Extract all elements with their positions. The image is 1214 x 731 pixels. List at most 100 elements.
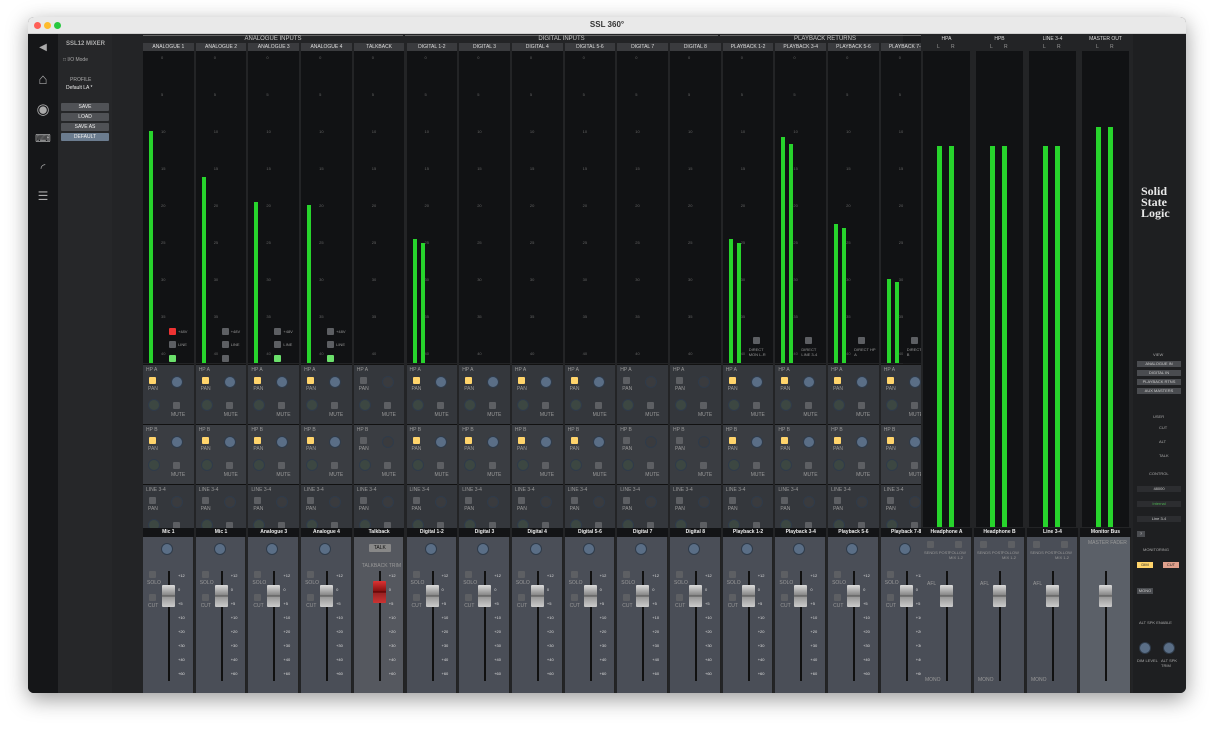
send-level-knob[interactable]: [411, 459, 424, 471]
pan-knob[interactable]: [381, 496, 394, 508]
pan-knob[interactable]: [329, 436, 342, 448]
pan-knob[interactable]: [487, 496, 500, 508]
cut-button[interactable]: [676, 594, 683, 601]
cut-button[interactable]: [412, 594, 420, 601]
pan-knob[interactable]: [276, 376, 289, 388]
cut-button[interactable]: [728, 594, 736, 601]
pan-enable-button[interactable]: [307, 497, 315, 504]
send-mute-button[interactable]: [173, 462, 180, 469]
sends-post-button[interactable]: [927, 541, 934, 548]
send-mute-button[interactable]: [225, 462, 233, 469]
sends-post-button[interactable]: [1033, 541, 1040, 548]
input-pan-knob[interactable]: [582, 543, 595, 555]
pan-enable-button[interactable]: [359, 377, 367, 384]
input-pan-knob[interactable]: [793, 543, 806, 555]
send-level-knob[interactable]: [780, 399, 793, 411]
input-pan-knob[interactable]: [688, 543, 700, 555]
output-fader-cap[interactable]: [1099, 585, 1112, 607]
pan-enable-button[interactable]: [517, 377, 525, 384]
pan-enable-button[interactable]: [676, 497, 683, 504]
send-mute-button[interactable]: [647, 402, 655, 409]
pan-enable-button[interactable]: [623, 437, 631, 444]
pan-knob[interactable]: [856, 496, 869, 508]
cut-button[interactable]: [623, 594, 631, 601]
pan-knob[interactable]: [329, 376, 342, 388]
send-level-knob[interactable]: [306, 399, 319, 411]
send-level-knob[interactable]: [516, 459, 529, 471]
send-level-knob[interactable]: [727, 459, 740, 471]
input-pan-knob[interactable]: [635, 543, 648, 555]
fader-cap[interactable]: [478, 585, 492, 607]
pan-enable-button[interactable]: [886, 497, 894, 504]
pan-enable-button[interactable]: [201, 377, 209, 384]
pan-enable-button[interactable]: [307, 437, 315, 444]
cut-button[interactable]: [465, 594, 473, 601]
pan-knob[interactable]: [698, 436, 710, 448]
input-pan-knob[interactable]: [477, 543, 490, 555]
input-pan-knob[interactable]: [846, 543, 859, 555]
gauge-icon[interactable]: ◉: [32, 100, 54, 120]
line-button[interactable]: [274, 341, 282, 348]
pan-knob[interactable]: [750, 436, 763, 448]
filter-button[interactable]: [169, 355, 176, 362]
direct-button[interactable]: [805, 337, 813, 344]
pan-knob[interactable]: [434, 436, 447, 448]
follow-mix-button[interactable]: [1061, 541, 1068, 548]
send-mute-button[interactable]: [805, 402, 813, 409]
send-mute-button[interactable]: [910, 462, 918, 469]
plugin-icon[interactable]: ◜: [32, 158, 54, 178]
pan-enable-button[interactable]: [623, 377, 631, 384]
mixer-keyboard-icon[interactable]: ⌨: [32, 129, 54, 149]
cut-button[interactable]: [254, 594, 262, 601]
input-pan-knob[interactable]: [424, 543, 437, 555]
load-button[interactable]: LOAD: [61, 113, 109, 121]
fader-cap[interactable]: [320, 585, 334, 607]
input-pan-knob[interactable]: [213, 543, 226, 555]
pan-enable-button[interactable]: [201, 437, 209, 444]
home-icon[interactable]: ⌂: [32, 70, 54, 90]
mono-button[interactable]: MONO: [1137, 588, 1153, 594]
solo-button[interactable]: [623, 571, 631, 578]
send-level-knob[interactable]: [411, 399, 424, 411]
line-button[interactable]: [169, 341, 176, 348]
dim-level-knob[interactable]: [1139, 642, 1151, 654]
send-level-knob[interactable]: [622, 399, 635, 411]
pan-enable-button[interactable]: [570, 377, 578, 384]
pan-knob[interactable]: [276, 496, 289, 508]
send-level-knob[interactable]: [358, 459, 371, 471]
direct-button[interactable]: [858, 337, 866, 344]
fader-cap[interactable]: [530, 585, 544, 607]
pan-knob[interactable]: [645, 376, 658, 388]
faders-icon[interactable]: ☰: [32, 186, 54, 206]
pan-knob[interactable]: [908, 496, 921, 508]
pan-knob[interactable]: [803, 496, 816, 508]
pan-knob[interactable]: [434, 496, 447, 508]
pan-enable-button[interactable]: [517, 497, 525, 504]
output-fader-cap[interactable]: [993, 585, 1006, 607]
alt-trim-knob[interactable]: [1163, 642, 1175, 654]
send-mute-button[interactable]: [383, 402, 391, 409]
fader-cap[interactable]: [267, 585, 281, 607]
pan-knob[interactable]: [856, 376, 869, 388]
back-icon[interactable]: ◀: [32, 38, 54, 58]
send-level-knob[interactable]: [885, 399, 898, 411]
send-mute-button[interactable]: [858, 462, 866, 469]
cut-button[interactable]: [307, 594, 315, 601]
pan-enable-button[interactable]: [623, 497, 631, 504]
cut-button[interactable]: [886, 594, 894, 601]
pan-knob[interactable]: [223, 436, 236, 448]
monitor-cut-button[interactable]: CUT: [1163, 562, 1179, 568]
pan-knob[interactable]: [434, 376, 447, 388]
pan-enable-button[interactable]: [149, 437, 156, 444]
pan-enable-button[interactable]: [359, 497, 367, 504]
pan-enable-button[interactable]: [465, 377, 473, 384]
filter-button[interactable]: [221, 355, 229, 362]
pan-knob[interactable]: [908, 436, 921, 448]
fader-cap[interactable]: [636, 585, 650, 607]
fader-cap[interactable]: [689, 585, 702, 607]
solo-button[interactable]: [781, 571, 789, 578]
view-digital-in[interactable]: DIGITAL IN: [1137, 370, 1181, 376]
solo-button[interactable]: [570, 571, 578, 578]
solo-button[interactable]: [254, 571, 262, 578]
solo-button[interactable]: [149, 571, 156, 578]
